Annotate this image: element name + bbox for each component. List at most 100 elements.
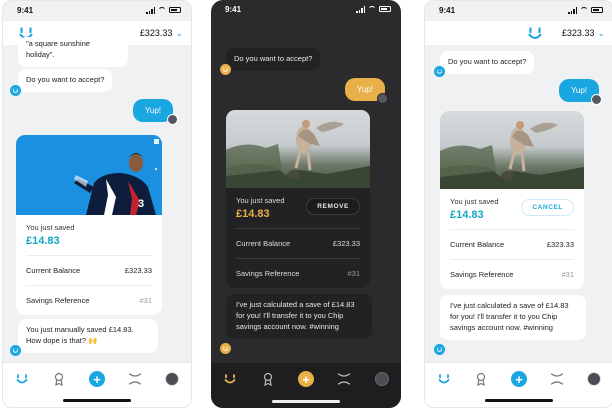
- tab-add[interactable]: +: [510, 371, 527, 387]
- tab-add[interactable]: +: [88, 371, 105, 387]
- savings-reference-row: Savings Reference #31: [450, 259, 574, 289]
- painting-figure-graphic: [226, 120, 370, 188]
- remove-button[interactable]: REMOVE: [306, 198, 360, 215]
- tab-profile[interactable]: [374, 371, 390, 387]
- home-indicator[interactable]: [485, 399, 553, 402]
- painting-image: [226, 110, 370, 188]
- painting-figure-graphic: [440, 121, 584, 189]
- add-save-icon: +: [510, 371, 527, 387]
- status-time: 9:41: [439, 5, 456, 15]
- balance-selector[interactable]: £323.33 ⌄: [562, 28, 605, 39]
- add-save-icon: +: [88, 371, 105, 387]
- tab-savings[interactable]: [127, 371, 143, 387]
- signal-icon: [568, 6, 577, 14]
- card-body: You just saved £14.83 CANCEL Current Bal…: [440, 189, 584, 289]
- signal-icon: [356, 5, 365, 13]
- phone-screen-dark-remove: 9:41 Do you want to accept? Yup! You jus…: [211, 0, 401, 408]
- savings-reference-label: Savings Reference: [26, 296, 90, 305]
- app-screens-showcase: 9:41 £323.33 ⌄ "a square sunshine holida…: [0, 0, 612, 408]
- saved-amount: £14.83: [26, 235, 60, 247]
- tab-add[interactable]: +: [298, 371, 314, 387]
- chip-bot-icon: [10, 85, 21, 96]
- status-bar: 9:41: [211, 0, 401, 18]
- user-avatar: [591, 94, 602, 105]
- chip-bot-icon: [10, 345, 21, 356]
- chat-message-manual-save: You just manually saved £14.83. How dope…: [18, 319, 158, 353]
- profile-avatar: [165, 372, 180, 386]
- wifi-icon: [158, 7, 166, 13]
- savings-reference-row: Savings Reference #31: [26, 285, 152, 315]
- balance-selector[interactable]: £323.33 ⌄: [140, 28, 183, 39]
- tab-home[interactable]: [222, 371, 238, 387]
- status-icons: [356, 5, 391, 13]
- celebrating-person-graphic: 3: [74, 139, 159, 215]
- tab-home[interactable]: [14, 371, 30, 387]
- chip-logo-icon[interactable]: [526, 24, 544, 42]
- status-bar: 9:41: [3, 1, 191, 19]
- question-text: Do you want to accept?: [26, 75, 105, 84]
- chevron-down-icon: ⌄: [175, 27, 183, 38]
- savings-reference-label: Savings Reference: [236, 269, 300, 278]
- home-indicator[interactable]: [272, 400, 340, 403]
- savings-reference-row: Savings Reference #31: [236, 258, 360, 288]
- battery-icon: [591, 7, 603, 13]
- user-avatar: [167, 114, 178, 125]
- home-indicator[interactable]: [63, 399, 131, 402]
- tab-profile[interactable]: [586, 371, 602, 387]
- award-icon: [477, 372, 486, 386]
- status-time: 9:41: [17, 5, 34, 15]
- tab-home[interactable]: [436, 371, 452, 387]
- phone-screen-light-manual-save: 9:41 £323.33 ⌄ "a square sunshine holida…: [2, 0, 192, 408]
- savings-card: 3 You just saved £14.83 Current Balance …: [16, 135, 162, 315]
- tab-savings[interactable]: [336, 371, 352, 387]
- savings-icon: [550, 373, 563, 385]
- calculated-save-text: I've just calculated a save of £14.83 fo…: [236, 300, 355, 331]
- savings-card: You just saved £14.83 CANCEL Current Bal…: [440, 111, 584, 289]
- question-text: Do you want to accept?: [234, 54, 313, 63]
- award-icon: [263, 372, 273, 386]
- chip-bot-icon: [220, 64, 231, 75]
- celebration-image: 3: [16, 135, 162, 215]
- chip-home-icon: [438, 374, 450, 384]
- wifi-icon: [368, 6, 376, 12]
- status-bar: 9:41: [425, 1, 612, 19]
- current-balance-label: Current Balance: [26, 266, 81, 275]
- savings-icon: [128, 373, 141, 385]
- chat-message-calculated: I've just calculated a save of £14.83 fo…: [440, 295, 586, 340]
- savings-card: You just saved £14.83 REMOVE Current Bal…: [226, 110, 370, 288]
- savings-reference-value: #31: [139, 296, 152, 305]
- tab-profile[interactable]: [164, 371, 180, 387]
- quote-text: "a square sunshine holiday".: [26, 39, 90, 59]
- savings-reference-value: #31: [561, 270, 574, 279]
- chip-bot-icon: [220, 343, 231, 354]
- current-balance-row: Current Balance £323.33: [450, 229, 574, 259]
- saved-label: You just saved: [26, 223, 75, 232]
- signal-icon: [146, 6, 155, 14]
- current-balance-value: £323.33: [546, 240, 574, 249]
- painting-image: [440, 111, 584, 189]
- chip-bot-icon: [434, 344, 445, 355]
- tab-savings[interactable]: [549, 371, 565, 387]
- cancel-button[interactable]: CANCEL: [521, 199, 574, 216]
- status-icons: [568, 6, 603, 14]
- tab-awards[interactable]: [260, 371, 276, 387]
- svg-text:3: 3: [138, 198, 144, 210]
- chip-home-icon: [16, 374, 28, 384]
- chat-message-question: Do you want to accept?: [440, 51, 535, 74]
- balance-amount: £323.33: [561, 28, 595, 38]
- current-balance-value: £323.33: [124, 266, 152, 275]
- profile-avatar: [375, 372, 389, 386]
- tab-awards[interactable]: [51, 371, 67, 387]
- card-body: You just saved £14.83 Current Balance £3…: [16, 215, 162, 315]
- battery-icon: [169, 7, 181, 13]
- chat-message-question: Do you want to accept?: [18, 69, 113, 92]
- current-balance-row: Current Balance £323.33: [236, 228, 360, 258]
- savings-reference-value: #31: [347, 269, 360, 278]
- chat-message-question: Do you want to accept?: [226, 48, 321, 71]
- question-text: Do you want to accept?: [448, 57, 527, 66]
- current-balance-row: Current Balance £323.33: [26, 255, 152, 285]
- phone-screen-light-cancel: 9:41 £323.33 ⌄ Do you want to accept? Yu…: [424, 0, 612, 408]
- current-balance-label: Current Balance: [450, 240, 505, 249]
- tab-awards[interactable]: [473, 371, 489, 387]
- calculated-save-text: I've just calculated a save of £14.83 fo…: [450, 301, 569, 332]
